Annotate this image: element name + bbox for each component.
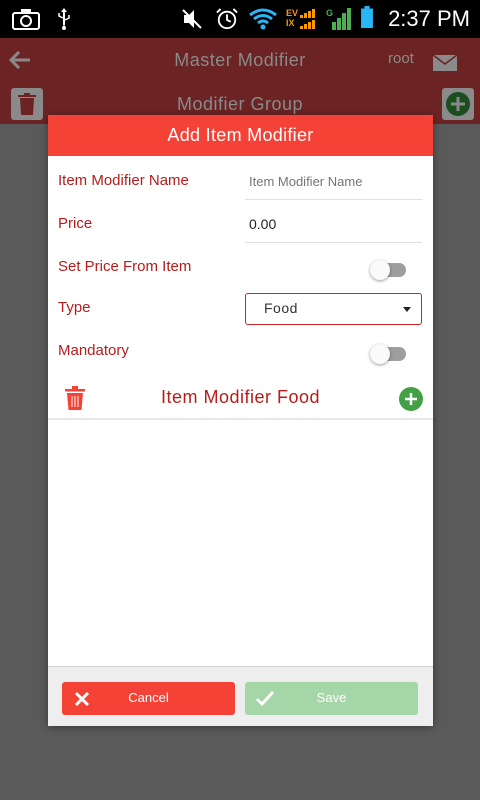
user-name: root [388,50,414,67]
wifi-icon [249,8,277,30]
price-row: Price [48,205,433,245]
item-modifier-name-row: Item Modifier Name [48,162,433,202]
price-field-wrap [245,209,422,243]
set-price-from-item-label: Set Price From Item [58,258,192,275]
type-select[interactable]: Food [245,293,422,325]
alarm-icon [216,8,238,30]
plus-circle-icon[interactable] [399,387,423,411]
type-select-value: Food [264,300,298,316]
section-title: Item Modifier Food [160,387,321,407]
save-button[interactable]: Save [245,682,418,715]
item-modifier-name-field-wrap [245,166,422,200]
mandatory-label: Mandatory [58,342,129,359]
status-bar: EV IX G 2:37 PM [0,0,480,38]
mute-icon [182,9,202,29]
set-price-row: Set Price From Item [48,248,433,288]
toggle-knob [370,260,390,280]
usb-icon [58,8,70,30]
add-item-modifier-dialog: Add Item Modifier Item Modifier Name Pri… [48,115,433,726]
add-group-button[interactable] [442,88,474,120]
price-input[interactable] [245,209,419,239]
toggle-knob [370,344,390,364]
app-subtitle: Modifier Group [176,94,304,114]
dialog-title: Add Item Modifier [48,115,433,156]
mail-icon[interactable] [432,54,458,72]
cancel-button[interactable]: Cancel [62,682,235,715]
type-label: Type [58,299,91,316]
camera-icon [12,9,40,30]
ev-ix-signal-icon: EV IX [286,8,318,30]
set-price-from-item-toggle[interactable] [370,260,406,280]
chevron-down-icon [403,307,411,312]
app-bar: Master Modifier root Modifier Group [0,38,480,124]
dialog-footer: Cancel Save [48,666,433,726]
mandatory-toggle[interactable] [370,344,406,364]
clock: 2:37 PM [388,6,470,31]
battery-icon [361,6,373,28]
item-modifier-name-input[interactable] [245,166,419,196]
g-signal-icon: G [326,8,352,30]
plus-circle-icon [446,92,470,116]
save-button-label: Save [316,690,347,705]
modifier-list [48,420,433,666]
mandatory-row: Mandatory [48,332,433,372]
cancel-button-label: Cancel [128,690,169,705]
item-modifier-food-section: Item Modifier Food [48,378,433,420]
price-label: Price [58,215,93,232]
item-modifier-name-label: Item Modifier Name [58,172,189,189]
